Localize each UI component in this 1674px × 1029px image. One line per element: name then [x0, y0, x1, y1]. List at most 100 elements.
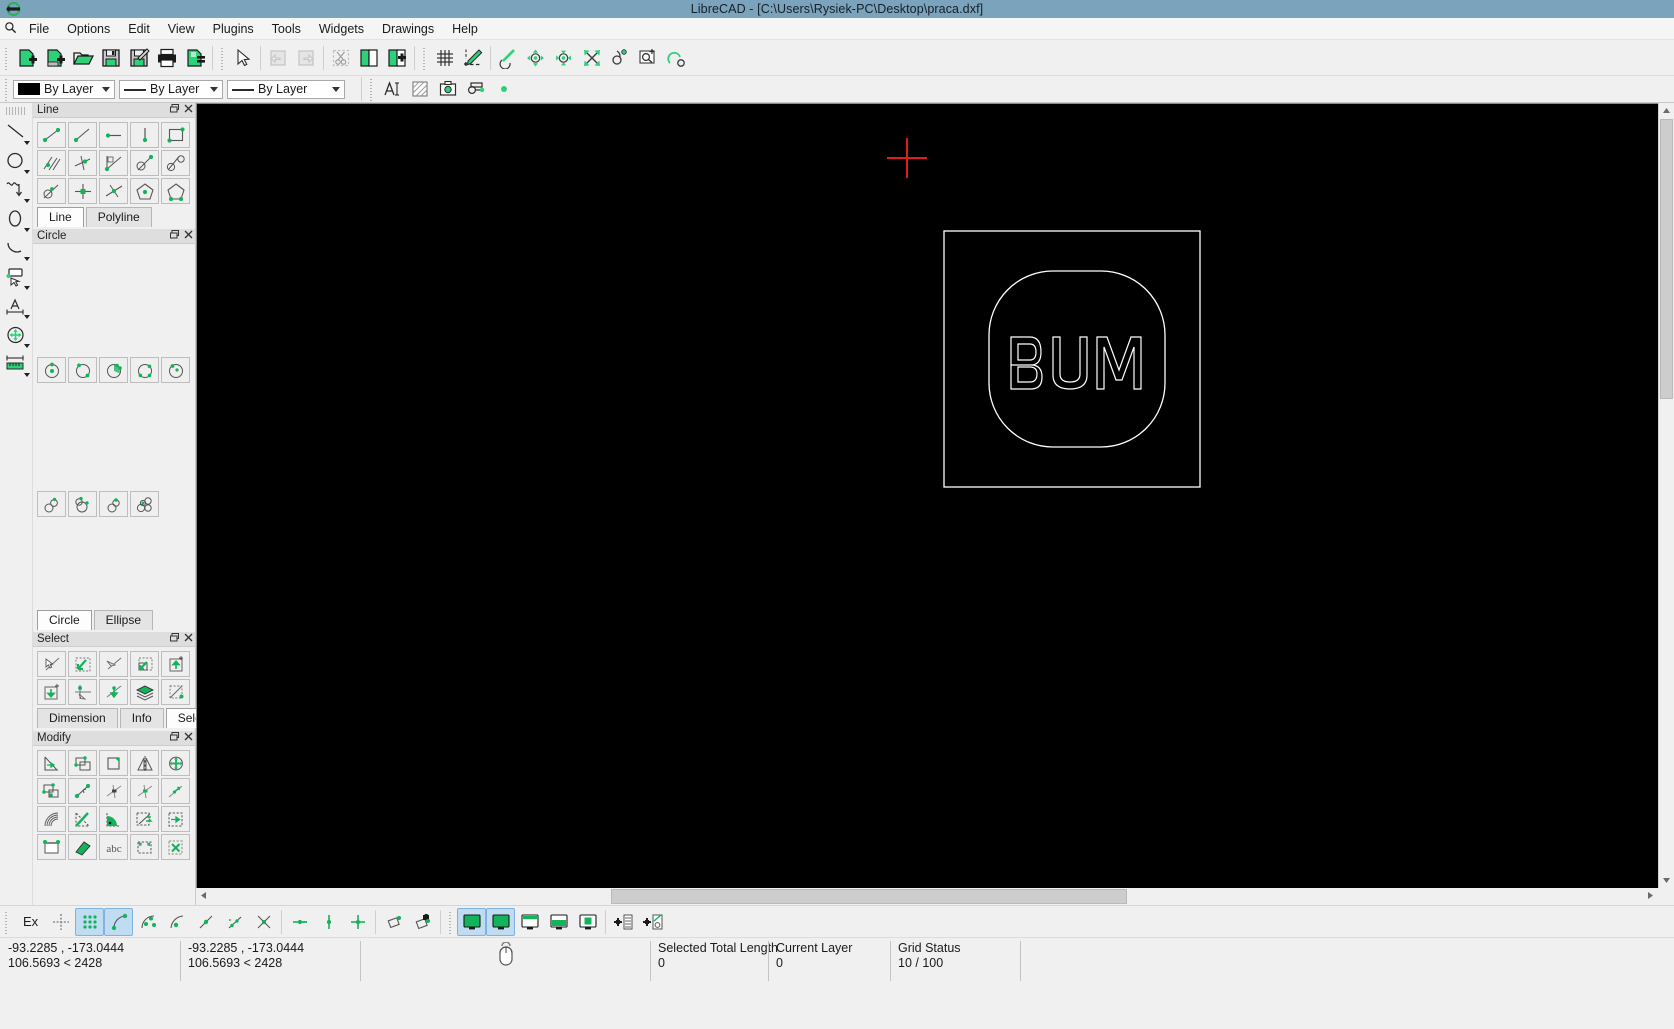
circle-tools-button[interactable] — [1, 147, 31, 175]
menu-item-file[interactable]: File — [20, 20, 58, 38]
zoom-in-button[interactable] — [522, 44, 550, 72]
select-invert-button[interactable] — [37, 679, 66, 705]
measure-ruler-tools-button[interactable] — [1, 350, 31, 378]
revert-direction-button[interactable] — [161, 806, 190, 832]
circle-center-point-button[interactable] — [37, 357, 66, 383]
spline-tools-button[interactable] — [1, 176, 31, 204]
line-tangent-point-button[interactable] — [130, 150, 159, 176]
circle-tangent-2-button[interactable] — [68, 491, 97, 517]
select-all-button[interactable] — [161, 679, 190, 705]
open-folder-button[interactable] — [69, 44, 97, 72]
tab-circle[interactable]: Circle — [37, 610, 92, 630]
screen-layout-1-button[interactable] — [457, 907, 487, 936]
move-copy-button[interactable] — [99, 750, 128, 776]
text-A-icon-button[interactable] — [378, 75, 406, 103]
restore-window-icon[interactable] — [167, 104, 181, 116]
chevron-down-icon[interactable] — [327, 81, 344, 98]
menu-item-drawings[interactable]: Drawings — [373, 20, 443, 38]
circle-tangent-3-button[interactable] — [99, 491, 128, 517]
explode-button[interactable] — [130, 806, 159, 832]
circle-3-points-button[interactable] — [99, 357, 128, 383]
restore-window-icon[interactable] — [167, 230, 181, 242]
add-list-button[interactable] — [609, 908, 638, 936]
hatch-pattern-icon-button[interactable] — [406, 75, 434, 103]
print-preview-button[interactable] — [181, 44, 209, 72]
close-icon[interactable] — [181, 104, 195, 116]
line-orthogonal-tangent-button[interactable] — [37, 178, 66, 204]
menu-item-help[interactable]: Help — [443, 20, 487, 38]
toolbar-grip[interactable] — [368, 76, 375, 102]
pencil-line-button[interactable] — [459, 44, 487, 72]
chevron-down-icon[interactable] — [97, 81, 114, 98]
line-parallel-button[interactable] — [37, 150, 66, 176]
tab-ellipse[interactable]: Ellipse — [93, 610, 154, 630]
chevron-down-icon[interactable] — [205, 81, 222, 98]
ellipse-tools-button[interactable] — [1, 205, 31, 233]
pen-color-combo[interactable]: By Layer — [13, 79, 115, 99]
restrict-orthogonal-button[interactable] — [343, 908, 372, 936]
save-as-button[interactable] — [125, 44, 153, 72]
paste-clipboard-button[interactable] — [383, 44, 411, 72]
menu-item-view[interactable]: View — [159, 20, 204, 38]
entity-attributes-button[interactable] — [37, 834, 66, 860]
move-entity-button[interactable] — [37, 778, 66, 804]
pen-linetype-combo[interactable]: By Layer — [227, 79, 345, 99]
delete-selected-button[interactable] — [161, 834, 190, 860]
edit-text-button[interactable]: abc — [99, 834, 128, 860]
canvas-horizontal-scrollbar[interactable] — [196, 888, 1674, 905]
chevron-right-icon[interactable] — [1643, 888, 1658, 903]
arc-tools-button[interactable] — [1, 234, 31, 262]
select-contour-button[interactable] — [161, 651, 190, 677]
scale-button[interactable] — [68, 778, 97, 804]
menu-item-widgets[interactable]: Widgets — [310, 20, 373, 38]
restore-window-icon[interactable] — [167, 633, 181, 645]
tab-info[interactable]: Info — [119, 708, 164, 728]
copy-pages-button[interactable] — [355, 44, 383, 72]
select-window-button[interactable] — [130, 651, 159, 677]
line-horizontal-button[interactable] — [99, 122, 128, 148]
line-tangent-2-circles-button[interactable] — [161, 150, 190, 176]
zoom-out-button[interactable] — [550, 44, 578, 72]
screen-layout-5-button[interactable] — [573, 908, 602, 936]
text-dimension-tools-button[interactable] — [1, 292, 31, 320]
snap-intersection-button[interactable] — [249, 908, 278, 936]
cut-scissors-button[interactable] — [327, 44, 355, 72]
undo-button[interactable] — [264, 44, 292, 72]
line-parallel-through-button[interactable] — [68, 150, 97, 176]
snap-distance-button[interactable] — [220, 908, 249, 936]
explode-text-button[interactable] — [130, 834, 159, 860]
insert-block-icon-button[interactable] — [462, 75, 490, 103]
line-tools-button[interactable] — [1, 118, 31, 146]
tab-polyline[interactable]: Polyline — [85, 207, 152, 227]
trim-button[interactable] — [37, 750, 66, 776]
chevron-down-icon[interactable] — [1659, 873, 1674, 888]
close-icon[interactable] — [181, 633, 195, 645]
deselect-intersected-button[interactable] — [99, 679, 128, 705]
toolbar-grip[interactable] — [6, 107, 26, 115]
select-layer-button[interactable] — [130, 679, 159, 705]
save-button[interactable] — [97, 44, 125, 72]
snap-on-entity-button[interactable] — [133, 908, 162, 936]
snap-center-button[interactable] — [162, 908, 191, 936]
polygon-center-button[interactable] — [130, 178, 159, 204]
rectangle-button[interactable] — [161, 122, 190, 148]
pen-width-combo[interactable]: By Layer — [119, 79, 223, 99]
zoom-redraw-button[interactable] — [662, 44, 690, 72]
polygon-corners-button[interactable] — [161, 178, 190, 204]
offset-button[interactable] — [68, 750, 97, 776]
eraser-delete-button[interactable] — [68, 834, 97, 860]
bevel-button[interactable] — [37, 806, 66, 832]
toolbar-grip[interactable] — [421, 44, 428, 71]
vertical-scroll-thumb[interactable] — [1660, 119, 1673, 399]
rotate-button[interactable] — [161, 750, 190, 776]
line-vertical-button[interactable] — [130, 122, 159, 148]
cursor-arrow-button[interactable] — [229, 44, 257, 72]
zoom-auto-fit-button[interactable] — [578, 44, 606, 72]
tab-line[interactable]: Line — [37, 207, 84, 227]
restrict-vertical-button[interactable] — [314, 908, 343, 936]
select-intersected-button[interactable] — [68, 679, 97, 705]
round-fillet-button[interactable] — [99, 806, 128, 832]
new-from-template-button[interactable] — [41, 44, 69, 72]
new-file-button[interactable] — [13, 44, 41, 72]
add-widget-button[interactable] — [638, 908, 667, 936]
